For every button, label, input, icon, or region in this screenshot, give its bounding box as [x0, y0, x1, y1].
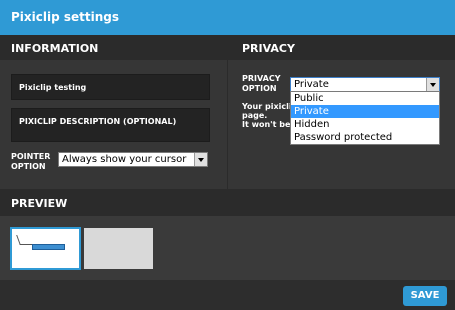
privacy-help-line2: page.: [242, 111, 268, 120]
preview-header: PREVIEW: [0, 189, 455, 216]
preview-thumbnail[interactable]: [84, 228, 153, 269]
pixiclip-description-input[interactable]: PIXICLIP DESCRIPTION (OPTIONAL): [11, 108, 210, 142]
pointer-option-label-line1: POINTER: [11, 152, 51, 161]
chevron-down-icon[interactable]: [194, 153, 207, 166]
pointer-option-label-line2: OPTION: [11, 162, 46, 171]
clip-bar-icon: [32, 244, 65, 250]
footer-bar: SAVE: [0, 280, 455, 310]
information-header: INFORMATION: [0, 35, 227, 60]
privacy-option-label-line1: PRIVACY: [242, 74, 281, 83]
privacy-help-line1: Your pixicli: [242, 102, 292, 111]
pointer-option-select[interactable]: Always show your cursor: [58, 152, 208, 167]
privacy-help-text: Your pixicli page. It won't be: [242, 102, 292, 129]
privacy-header-label: PRIVACY: [242, 42, 295, 55]
preview-area: [0, 216, 455, 280]
information-header-label: INFORMATION: [11, 42, 99, 55]
privacy-option-label-line2: OPTION: [242, 84, 277, 93]
privacy-option-dropdown: Public Private Hidden Password protected: [290, 91, 440, 145]
pixiclip-name-input[interactable]: Pixiclip testing: [11, 74, 210, 100]
pointer-option-label: POINTER OPTION: [11, 152, 55, 172]
privacy-option-hidden[interactable]: Hidden: [291, 118, 439, 131]
privacy-option-password-protected[interactable]: Password protected: [291, 131, 439, 144]
pointer-option-selected: Always show your cursor: [62, 154, 187, 165]
privacy-help-line3: It won't be: [242, 120, 291, 129]
privacy-option-select[interactable]: Private: [290, 77, 440, 92]
privacy-option-label: PRIVACY OPTION: [242, 74, 290, 94]
privacy-option-selected: Private: [294, 79, 329, 90]
window-title: Pixiclip settings: [11, 10, 120, 24]
privacy-option-public[interactable]: Public: [291, 92, 439, 105]
save-button[interactable]: SAVE: [403, 286, 447, 306]
title-bar: Pixiclip settings: [0, 0, 455, 35]
preview-header-label: PREVIEW: [11, 197, 68, 210]
privacy-header: PRIVACY: [228, 35, 455, 60]
chevron-down-icon[interactable]: [426, 78, 439, 91]
preview-thumbnail-selected[interactable]: [10, 227, 81, 270]
privacy-option-private[interactable]: Private: [291, 105, 439, 118]
